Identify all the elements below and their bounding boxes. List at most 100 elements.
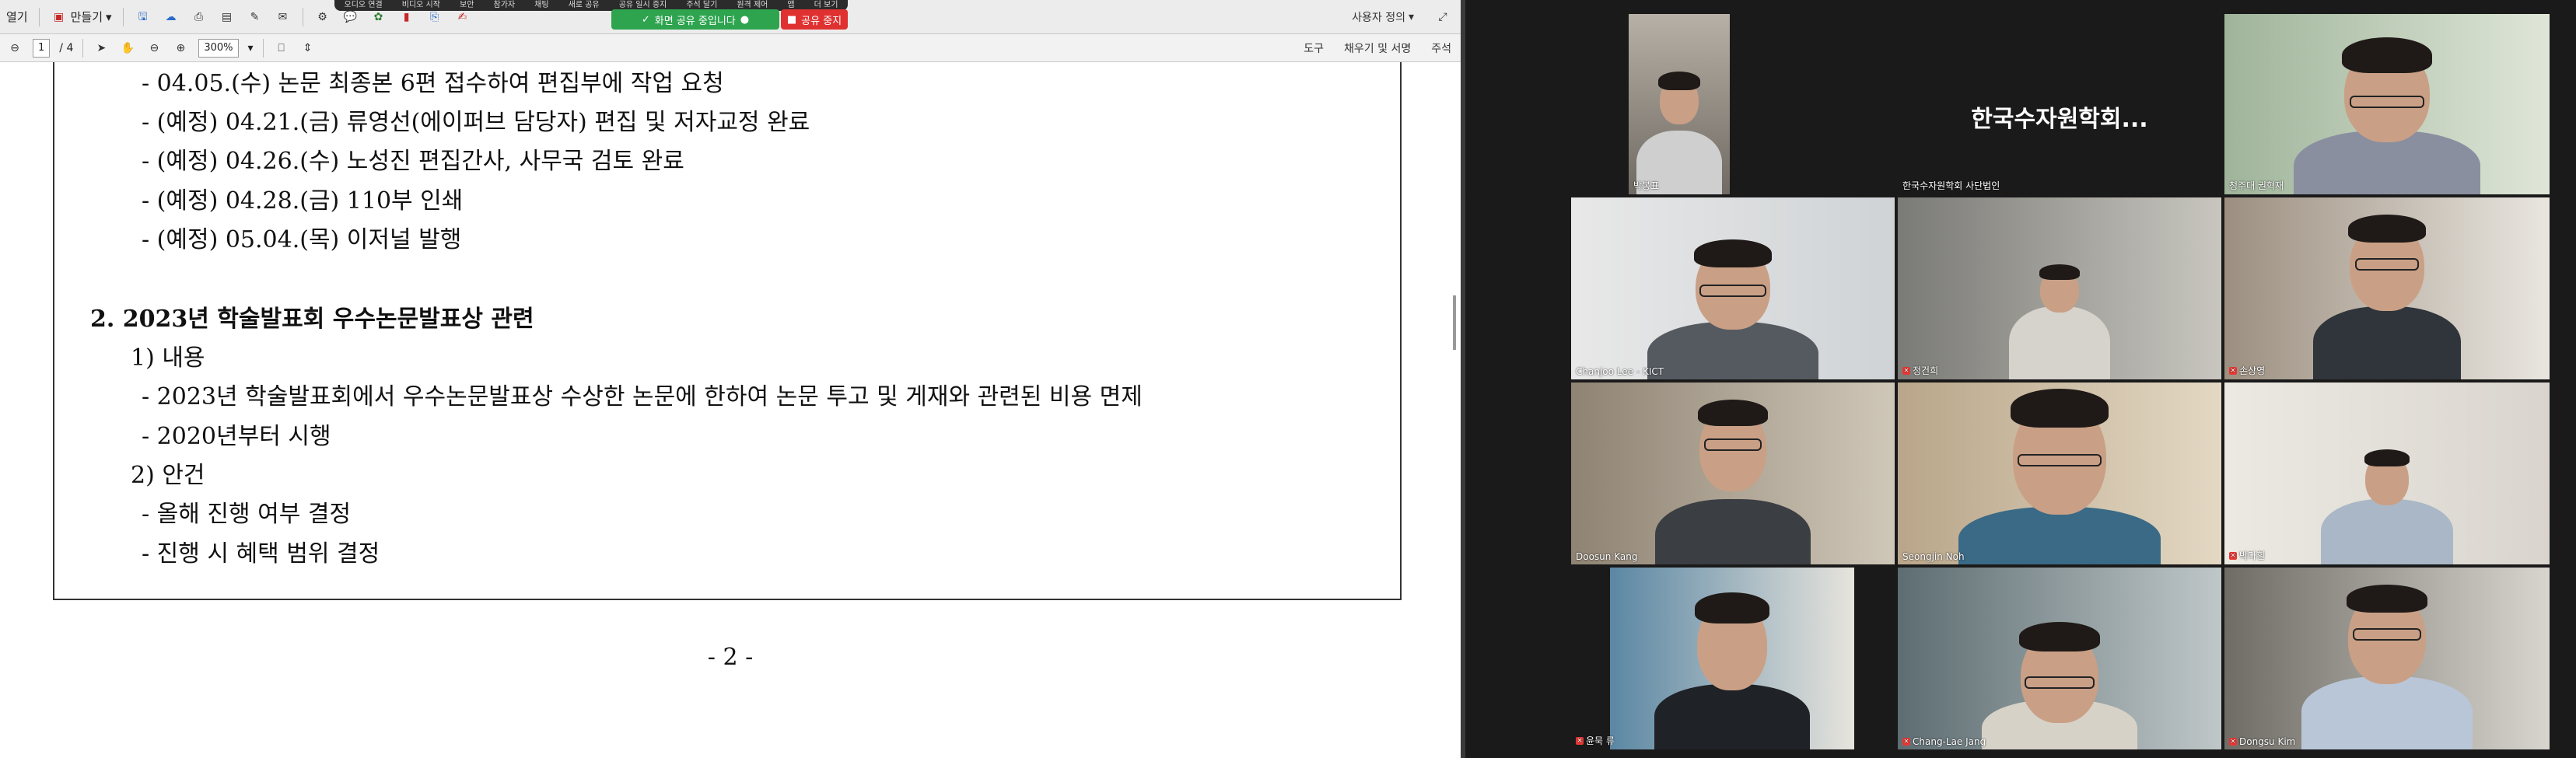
settings-icon[interactable]: ⚙ [314,9,331,26]
person-hair [2347,585,2427,613]
hand-tool-icon[interactable]: ✋ [119,40,136,57]
toolbar-divider [262,38,264,58]
share-icon: ✓ [641,13,650,26]
person-hair [1698,400,1768,426]
zoom-in-icon[interactable]: ⊕ [172,40,189,57]
glasses [2018,454,2102,466]
stop-share-button[interactable]: ■ 공유 중지 [781,9,848,30]
scroll-mode-icon[interactable]: ⇕ [299,40,317,57]
customize-menu[interactable]: 사용자 정의 ▾ [1352,9,1414,25]
participant-name: Doosun Kang [1576,551,1638,562]
video-gallery: 박봉표 한국수자원학회... 한국수자원학회 사단법인 청주대 권혁재 Chan… [1465,0,2576,758]
doc-subheading: 2) 안건 [131,462,205,489]
share-dot-icon: ● [740,13,750,26]
toolbar-divider [82,38,84,58]
participant-name: 박봉표 [1633,180,1660,191]
video-feed [2224,382,2550,564]
expand-icon[interactable]: ⤢ [1434,9,1451,26]
glasses [2353,628,2421,641]
share-menu-item[interactable]: 오디오 연결 [345,0,383,11]
sharing-status-pill: ✓ 화면 공유 중입니다 ● [611,9,779,30]
participant-tile[interactable]: 한국수자원학회... 한국수자원학회 사단법인 [1898,14,2221,194]
fill-sign-tab[interactable]: 채우기 및 서명 [1344,40,1411,56]
video-feed [1571,197,1895,379]
share-menu-item[interactable]: 참가자 [494,0,516,11]
open-button[interactable]: 열기 [6,9,28,25]
person-body [1958,507,2161,564]
participant-tile-active-speaker[interactable]: 청주대 권혁재 [2224,14,2550,194]
doc-line: - (예정) 04.21.(금) 류영선(에이퍼브 담당자) 편집 및 저자교정… [142,109,810,136]
scan-icon[interactable]: ▤ [219,9,236,26]
video-feed [1898,197,2221,379]
cloud-upload-icon[interactable]: ☁ [163,9,180,26]
document-page: - 04.05.(수) 논문 최종본 6편 접수하여 편집부에 작업 요청 - … [0,62,1461,758]
participant-tile[interactable]: ✕ Chang-Lae Jang [1898,568,2221,749]
tools-tab[interactable]: 도구 [1304,40,1324,56]
share-menu-item[interactable]: 채팅 [534,0,548,11]
person-body [1647,322,1818,379]
muted-mic-icon: ✕ [2229,551,2237,560]
participant-tile[interactable]: Doosun Kang [1571,382,1895,564]
share-menu-item[interactable]: 새로 공유 [569,0,600,11]
participant-display-name: 한국수자원학회... [1971,106,2148,133]
share-menu-item[interactable]: 비디오 시작 [402,0,440,11]
person-hair [2364,449,2410,466]
participant-name: 한국수자원학회 사단법인 [1902,180,2000,191]
doc-line: - (예정) 04.28.(금) 110부 인쇄 [142,187,464,215]
person-body [2321,499,2453,564]
participant-tile[interactable]: Seongjin Noh [1898,382,2221,564]
participant-tile[interactable]: ✕ 손상영 [2224,197,2550,379]
participant-name-muted: ✕ Chang-Lae Jang [1902,736,1986,747]
select-cursor-icon[interactable]: ➤ [93,40,110,57]
toolbar-right: 사용자 정의 ▾ ⤢ [1352,0,1451,33]
glasses [2350,96,2424,108]
person-hair [2011,389,2109,428]
muted-mic-icon: ✕ [2229,738,2237,746]
person-hair [1658,72,1700,90]
edit-icon[interactable]: ✎ [247,9,264,26]
doc-line: - 올해 진행 여부 결정 [142,501,352,528]
participant-tile[interactable]: ✕ Dongsu Kim [2224,568,2550,749]
comment-tab[interactable]: 주석 [1431,40,1451,56]
chevron-down-icon[interactable]: ▾ [248,42,254,54]
person-body [2009,306,2110,379]
participant-name-muted: ✕ Dongsu Kim [2229,736,2296,747]
person-hair [2348,215,2426,243]
share-menu-item[interactable]: 보안 [460,0,474,11]
fit-page-icon[interactable]: ⎕ [273,40,290,57]
muted-mic-icon: ✕ [1902,738,1910,746]
save-icon[interactable]: 🖫 [135,9,152,26]
muted-mic-icon: ✕ [1902,366,1910,375]
video-feed [1898,382,2221,564]
doc-line: - 2020년부터 시행 [142,423,331,450]
person-body [2301,676,2473,749]
print-icon[interactable]: ⎙ [191,9,208,26]
chevron-down-icon: ▾ [106,9,112,24]
glasses [2355,258,2419,271]
participant-tile[interactable]: Chanjoo Lee - KICT [1571,197,1895,379]
person-hair [2019,622,2100,651]
zoom-input[interactable]: 300% [198,38,239,58]
doc-line: - 진행 시 혜택 범위 결정 [142,540,380,568]
person-hair [1695,592,1769,624]
participant-tile[interactable]: ✕ 윤묵 류 [1571,568,1895,749]
toolbar-divider [38,7,40,26]
page-down-icon[interactable]: ⊖ [6,40,23,57]
participant-tile[interactable]: 박봉표 [1629,14,1730,194]
participant-tile[interactable]: ✕ 정건희 [1898,197,2221,379]
scrollbar-thumb[interactable] [1453,295,1456,350]
participant-name: Seongjin Noh [1902,551,1965,562]
participant-name: 청주대 권혁재 [2229,180,2284,191]
page-number-input[interactable]: 1 [33,38,51,58]
video-feed [2224,14,2550,194]
video-feed [1610,568,1854,749]
participant-name-muted: ✕ 윤묵 류 [1576,735,1615,746]
person-body [1654,684,1810,749]
zoom-out-icon[interactable]: ⊖ [145,40,163,57]
participant-name-muted: ✕ 정건희 [1902,365,1939,376]
participant-tile[interactable]: ✕ 박다흰 [2224,382,2550,564]
glasses [1699,285,1766,297]
create-button[interactable]: ▣ 만들기 ▾ [51,9,112,26]
participant-name-muted: ✕ 손상영 [2229,365,2266,376]
email-icon[interactable]: ✉ [275,9,292,26]
